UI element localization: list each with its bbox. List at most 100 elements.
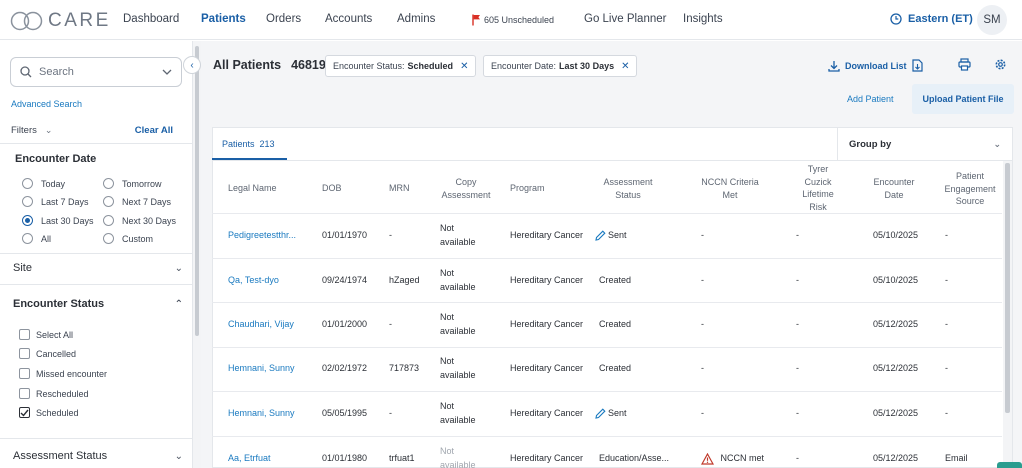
cell-assessment-status: Created <box>599 363 632 373</box>
column-header-dob[interactable]: DOB <box>322 182 342 195</box>
avatar[interactable]: SM <box>977 5 1007 35</box>
chevron-down-icon[interactable]: ⌄ <box>45 125 53 136</box>
radio-today[interactable]: Today <box>22 178 65 189</box>
patient-name-link[interactable]: Hemnani, Sunny <box>228 362 295 376</box>
chevron-down-icon: ⌄ <box>174 450 183 462</box>
radio-label: All <box>41 233 52 244</box>
cell-nccn: - <box>701 230 704 240</box>
patient-name-link[interactable]: Hemnani, Sunny <box>228 407 295 421</box>
patient-name-link[interactable]: Aa, Etrfuat <box>228 452 271 466</box>
pencil-icon <box>595 230 606 241</box>
table-scroll-thumb[interactable] <box>1005 163 1010 413</box>
nav-patients[interactable]: Patients <box>201 13 246 25</box>
logo-text: CARE <box>48 10 111 31</box>
nav-dashboard[interactable]: Dashboard <box>123 13 179 25</box>
cell-encounter-date: 05/12/2025 <box>873 363 919 373</box>
cell-tyrer-cuzick: - <box>796 408 799 418</box>
close-icon[interactable]: ✕ <box>621 61 629 72</box>
upload-patient-file-button[interactable]: Upload Patient File <box>912 84 1014 114</box>
cell-dob: 05/05/1995 <box>322 408 368 418</box>
timezone-label: Eastern (ET) <box>908 13 973 25</box>
patient-name-link[interactable]: Chaudhari, Vijay <box>228 318 294 332</box>
sidebar-scroll-thumb[interactable] <box>195 46 199 336</box>
radio-last-7-days[interactable]: Last 7 Days <box>22 196 89 207</box>
row-divider <box>212 213 1002 214</box>
checkbox-label: Rescheduled <box>36 388 89 399</box>
column-header-assessment-status[interactable]: Assessment Status <box>593 176 663 201</box>
nav-go-live-planner[interactable]: Go Live Planner <box>584 13 666 25</box>
checkbox-label: Select All <box>36 329 74 340</box>
radio-circle <box>22 196 33 207</box>
divider <box>0 438 193 439</box>
column-header-program[interactable]: Program <box>510 182 545 195</box>
patient-total-count: 46819 <box>291 58 326 72</box>
tab-patients[interactable]: Patients 213 <box>222 139 275 149</box>
checkbox-select-all[interactable]: Select All <box>19 329 73 340</box>
patient-name-link[interactable]: Qa, Test-dyo <box>228 274 279 288</box>
timezone-selector[interactable]: Eastern (ET) <box>890 13 973 25</box>
divider <box>0 284 193 285</box>
download-list-button[interactable]: Download List <box>828 59 923 72</box>
group-by-dropdown[interactable]: Group by ⌄ <box>837 127 1013 161</box>
checkbox-missed-encounter[interactable]: Missed encounter <box>19 368 107 379</box>
radio-all[interactable]: All <box>22 233 51 244</box>
site-filter-toggle[interactable]: Site ⌄ <box>13 262 183 274</box>
column-header-copy-assessment[interactable]: Copy Assessment <box>431 176 501 201</box>
add-patient-link[interactable]: Add Patient <box>847 94 894 104</box>
radio-next-30-days[interactable]: Next 30 Days <box>103 215 176 226</box>
radio-circle <box>103 215 114 226</box>
collapse-sidebar-button[interactable]: ‹ <box>183 56 201 74</box>
radio-circle-selected <box>22 215 33 226</box>
nav-orders[interactable]: Orders <box>266 13 301 25</box>
cell-tyrer-cuzick: - <box>796 275 799 285</box>
divider <box>0 143 193 144</box>
radio-next-7-days[interactable]: Next 7 Days <box>103 196 171 207</box>
print-icon[interactable] <box>958 58 971 71</box>
encounter-status-title: Encounter Status <box>13 298 105 310</box>
search-input[interactable]: Search <box>10 57 182 87</box>
column-header-encounter-date[interactable]: Encounter Date <box>864 176 924 201</box>
close-icon[interactable]: ✕ <box>460 61 468 72</box>
cell-copy-assessment: Not available <box>440 446 476 468</box>
column-header-tyrer-cuzick[interactable]: Tyrer Cuzick Lifetime Risk <box>788 163 848 213</box>
nav-admins[interactable]: Admins <box>397 13 435 25</box>
cell-dob: 01/01/1980 <box>322 453 368 463</box>
clear-all-button[interactable]: Clear All <box>135 125 173 136</box>
filter-chip-encounter-status[interactable]: Encounter Status: Scheduled ✕ <box>325 55 477 77</box>
cell-mrn: 717873 <box>389 363 420 373</box>
cell-assessment-status: Created <box>599 275 632 285</box>
page-title: All Patients 46819 <box>213 58 326 72</box>
nav-insights[interactable]: Insights <box>683 13 723 25</box>
filter-chip-encounter-date[interactable]: Encounter Date: Last 30 Days ✕ <box>483 55 638 77</box>
checkbox-cancelled[interactable]: Cancelled <box>19 348 76 359</box>
assessment-status-toggle[interactable]: Assessment Status ⌄ <box>13 450 183 462</box>
chevron-down-icon: ⌄ <box>993 138 1001 149</box>
column-header-legal-name[interactable]: Legal Name <box>228 182 277 195</box>
cell-engagement-source: - <box>945 230 948 240</box>
gear-icon[interactable] <box>994 58 1007 71</box>
page-title-text: All Patients <box>213 58 282 72</box>
radio-tomorrow[interactable]: Tomorrow <box>103 178 162 189</box>
cell-program: Hereditary Cancer <box>510 363 584 373</box>
checkbox-scheduled[interactable]: Scheduled <box>19 407 79 418</box>
cell-nccn: - <box>701 363 704 373</box>
column-header-mrn[interactable]: MRN <box>389 182 410 195</box>
radio-custom[interactable]: Custom <box>103 233 153 244</box>
cell-tyrer-cuzick: - <box>796 319 799 329</box>
patient-name-link[interactable]: Pedigreetestthr... <box>228 229 296 243</box>
site-label: Site <box>13 262 32 274</box>
help-widget-tab[interactable] <box>997 462 1022 468</box>
nav-unscheduled[interactable]: 605 Unscheduled <box>472 14 554 26</box>
logo[interactable]: CARE <box>10 10 111 32</box>
radio-last-30-days[interactable]: Last 30 Days <box>22 215 94 226</box>
cell-copy-assessment: Not available <box>440 401 476 425</box>
tab-count: 213 <box>259 139 275 149</box>
column-header-nccn-criteria-met[interactable]: NCCN Criteria Met <box>690 176 770 201</box>
cell-encounter-date: 05/12/2025 <box>873 408 919 418</box>
row-divider <box>212 347 1002 348</box>
encounter-status-toggle[interactable]: Encounter Status ⌃ <box>13 298 183 310</box>
checkbox-rescheduled[interactable]: Rescheduled <box>19 388 89 399</box>
advanced-search-link[interactable]: Advanced Search <box>11 99 82 109</box>
nav-accounts[interactable]: Accounts <box>325 13 372 25</box>
column-header-engagement-source[interactable]: Patient Engagement Source <box>937 170 1003 208</box>
